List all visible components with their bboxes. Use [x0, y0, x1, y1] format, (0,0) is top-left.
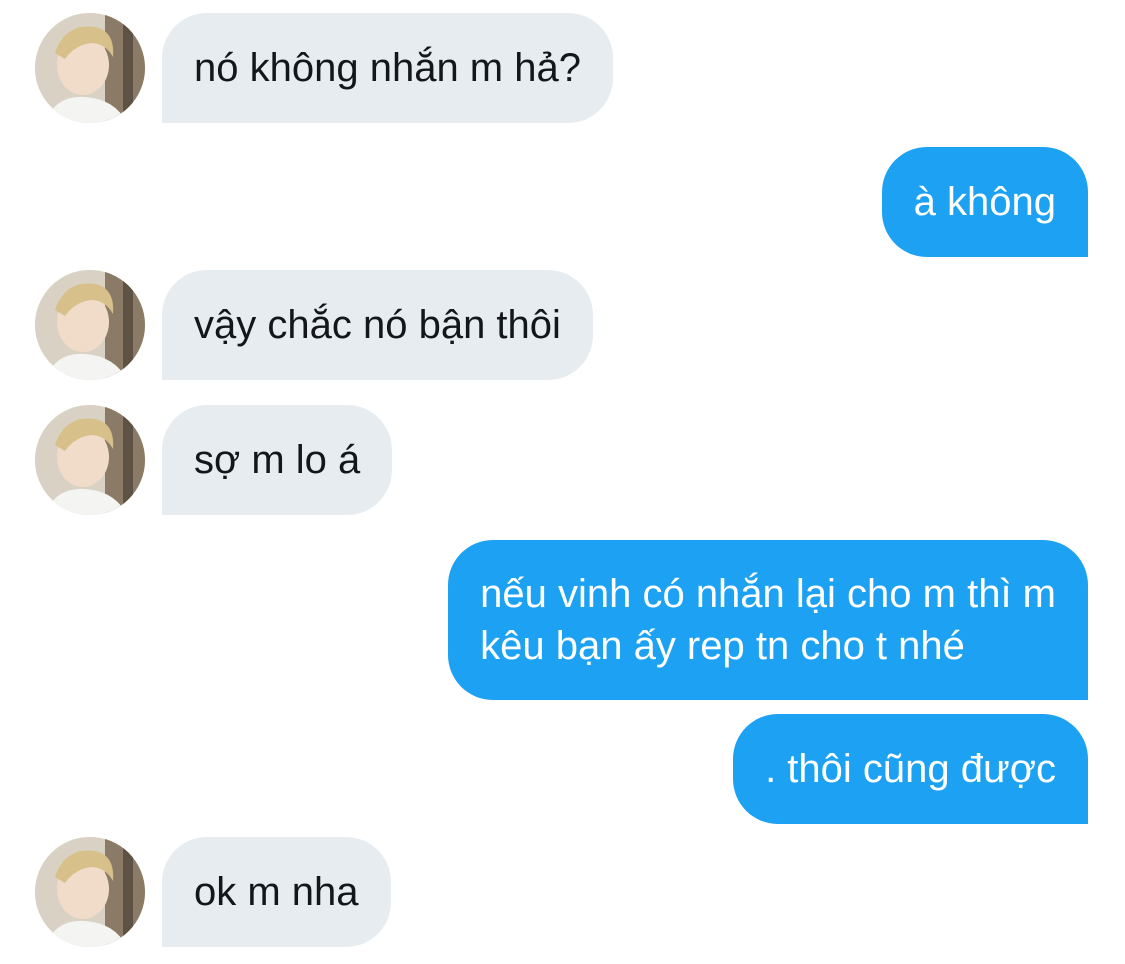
- avatar-photo-icon: [35, 13, 145, 123]
- avatar-photo-icon: [35, 270, 145, 380]
- outgoing-message-bubble[interactable]: à không: [881, 147, 1088, 257]
- message-text: vậy chắc nó bận thôi: [194, 303, 561, 347]
- user-avatar[interactable]: [35, 270, 145, 380]
- message-text: sợ m lo á: [194, 438, 361, 482]
- message-text: à không: [913, 180, 1056, 224]
- user-avatar[interactable]: [35, 405, 145, 515]
- user-avatar[interactable]: [35, 13, 145, 123]
- avatar-photo-icon: [35, 837, 145, 947]
- message-text: kêu bạn ấy rep tn cho t nhé: [480, 624, 965, 668]
- message-text: . thôi cũng được: [765, 747, 1056, 791]
- outgoing-message-bubble[interactable]: . thôi cũng được: [733, 714, 1088, 824]
- incoming-message-bubble[interactable]: ok m nha: [162, 837, 391, 947]
- outgoing-message-bubble[interactable]: nếu vinh có nhắn lại cho m thì m kêu bạn…: [448, 540, 1088, 700]
- user-avatar[interactable]: [35, 837, 145, 947]
- message-text: nếu vinh có nhắn lại cho m thì m: [480, 572, 1056, 616]
- message-text: ok m nha: [194, 870, 359, 914]
- incoming-message-bubble[interactable]: vậy chắc nó bận thôi: [162, 270, 593, 380]
- avatar-photo-icon: [35, 405, 145, 515]
- incoming-message-bubble[interactable]: nó không nhắn m hả?: [162, 13, 613, 123]
- incoming-message-bubble[interactable]: sợ m lo á: [162, 405, 393, 515]
- message-text: nó không nhắn m hả?: [194, 46, 581, 90]
